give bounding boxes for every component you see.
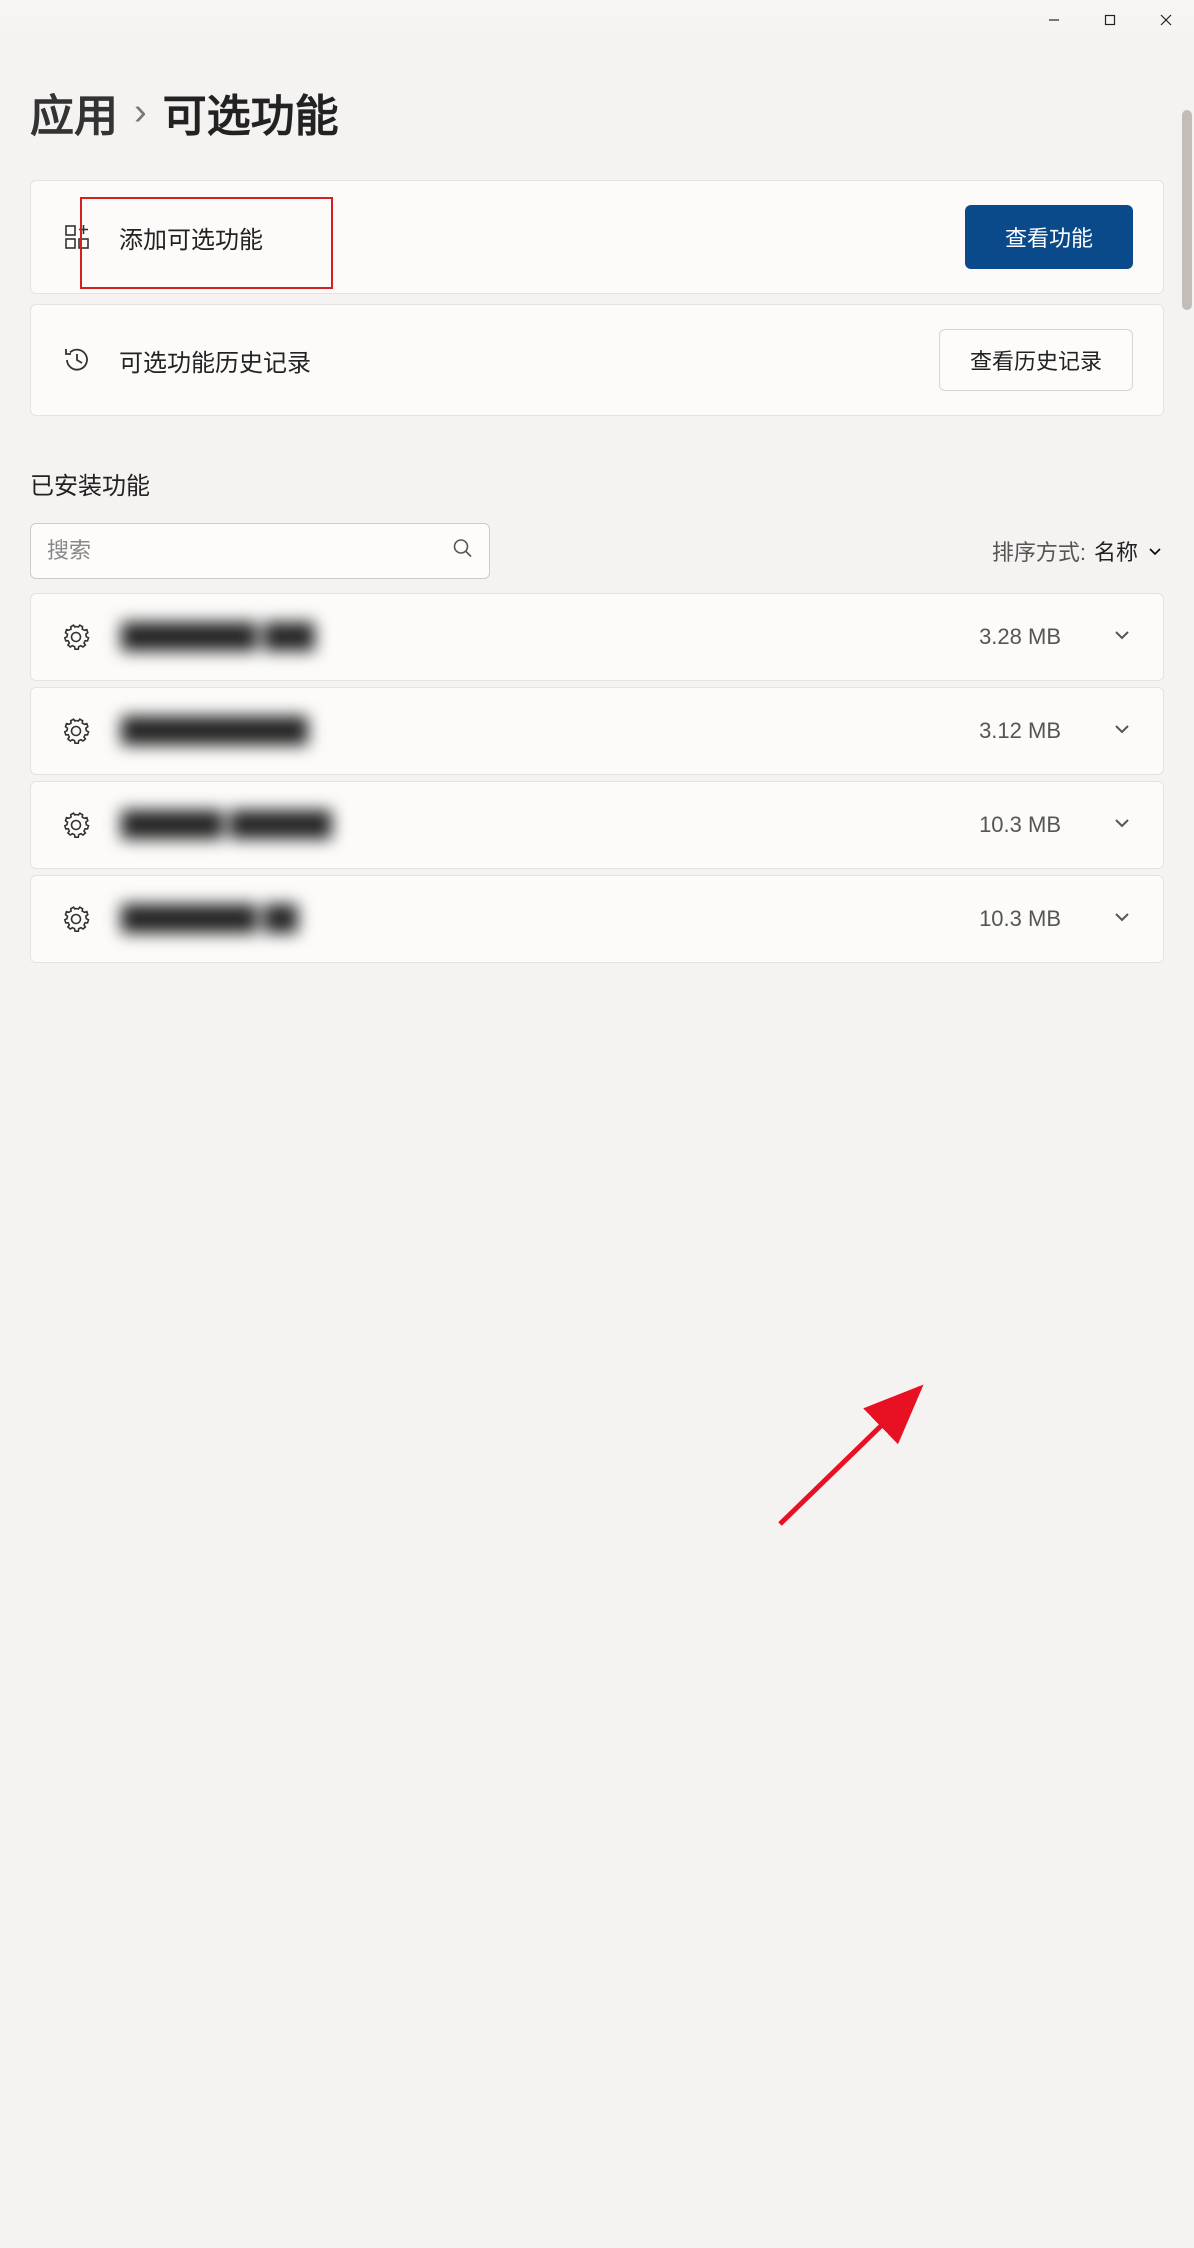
search-sort-row: 排序方式: 名称 bbox=[30, 523, 1164, 579]
add-feature-label: 添加可选功能 bbox=[119, 220, 939, 255]
breadcrumb-separator: › bbox=[134, 91, 147, 134]
scrollbar-track[interactable] bbox=[1180, 40, 1194, 1124]
add-grid-icon bbox=[61, 221, 93, 253]
puzzle-icon bbox=[61, 716, 91, 746]
feature-name: ██████ ██████ bbox=[121, 811, 949, 839]
search-input[interactable] bbox=[30, 523, 490, 579]
history-card: 可选功能历史记录 查看历史记录 bbox=[30, 304, 1164, 416]
close-icon bbox=[1159, 13, 1173, 27]
feature-name: ████████ ██ bbox=[121, 905, 949, 933]
feature-size: 10.3 MB bbox=[979, 906, 1061, 932]
sort-dropdown[interactable]: 排序方式: 名称 bbox=[992, 535, 1164, 567]
search-box bbox=[30, 523, 490, 579]
feature-item[interactable]: ████████ ██ 10.3 MB bbox=[30, 875, 1164, 963]
chevron-down-icon bbox=[1111, 812, 1133, 839]
maximize-button[interactable] bbox=[1082, 0, 1138, 40]
history-icon bbox=[61, 344, 93, 376]
minimize-button[interactable] bbox=[1026, 0, 1082, 40]
content: 应用 › 可选功能 添加可选功能 查看功能 bbox=[0, 40, 1194, 1124]
window-controls bbox=[1026, 0, 1194, 40]
feature-size: 10.3 MB bbox=[979, 812, 1061, 838]
chevron-down-icon bbox=[1111, 718, 1133, 745]
feature-size: 3.28 MB bbox=[979, 624, 1061, 650]
view-features-button[interactable]: 查看功能 bbox=[965, 205, 1133, 269]
feature-item[interactable]: ██████ ██████ 10.3 MB bbox=[30, 781, 1164, 869]
view-history-button[interactable]: 查看历史记录 bbox=[939, 329, 1133, 391]
feature-list: ████████ ███ 3.28 MB ███████████ 3.12 MB… bbox=[30, 593, 1164, 963]
breadcrumb-current: 可选功能 bbox=[163, 80, 339, 144]
scrollbar-thumb[interactable] bbox=[1182, 110, 1192, 310]
puzzle-icon bbox=[61, 904, 91, 934]
annotation-arrow bbox=[0, 1124, 1194, 2248]
close-button[interactable] bbox=[1138, 0, 1194, 40]
sort-label: 排序方式: bbox=[992, 535, 1086, 567]
add-feature-card: 添加可选功能 查看功能 bbox=[30, 180, 1164, 294]
history-label: 可选功能历史记录 bbox=[119, 343, 913, 378]
feature-item[interactable]: ███████████ 3.12 MB bbox=[30, 687, 1164, 775]
minimize-icon bbox=[1047, 13, 1061, 27]
chevron-down-icon bbox=[1146, 542, 1164, 560]
maximize-icon bbox=[1103, 13, 1117, 27]
puzzle-icon bbox=[61, 810, 91, 840]
sort-value: 名称 bbox=[1094, 535, 1138, 567]
feature-size: 3.12 MB bbox=[979, 718, 1061, 744]
breadcrumb: 应用 › 可选功能 bbox=[30, 80, 1164, 144]
feature-name: ████████ ███ bbox=[121, 623, 949, 651]
titlebar bbox=[0, 0, 1194, 40]
puzzle-icon bbox=[61, 622, 91, 652]
installed-features-header: 已安装功能 bbox=[30, 466, 1164, 501]
feature-item[interactable]: ████████ ███ 3.28 MB bbox=[30, 593, 1164, 681]
breadcrumb-parent[interactable]: 应用 bbox=[30, 80, 118, 144]
chevron-down-icon bbox=[1111, 624, 1133, 651]
feature-name: ███████████ bbox=[121, 717, 949, 745]
chevron-down-icon bbox=[1111, 906, 1133, 933]
